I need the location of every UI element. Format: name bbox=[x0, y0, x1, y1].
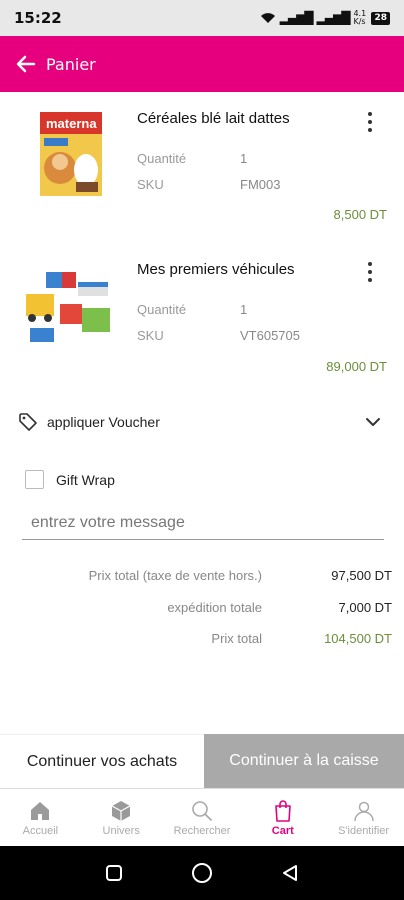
voucher-label: appliquer Voucher bbox=[47, 414, 160, 430]
page-title: Panier bbox=[46, 54, 96, 74]
product-image: materna bbox=[40, 112, 102, 196]
nav-label: Cart bbox=[271, 824, 294, 837]
tag-icon bbox=[19, 413, 37, 431]
square-icon bbox=[106, 865, 122, 881]
subtotal-row: Prix total (taxe de vente hors.) 97,500 … bbox=[0, 568, 404, 588]
quantity-label: Quantité bbox=[137, 302, 187, 317]
back-button[interactable] bbox=[14, 52, 38, 76]
item-price: 8,500 DT bbox=[333, 207, 387, 222]
chevron-down-icon[interactable] bbox=[364, 413, 382, 431]
quantity-value: 1 bbox=[240, 151, 248, 166]
nav-item-rechercher[interactable]: Rechercher bbox=[162, 789, 243, 846]
cart-item: materna Céréales blé lait dattes Quantit… bbox=[0, 96, 404, 246]
more-options-icon[interactable] bbox=[362, 260, 378, 284]
nav-label: Rechercher bbox=[173, 824, 231, 837]
total-label: Prix total bbox=[211, 631, 262, 646]
product-name[interactable]: Céréales blé lait dattes bbox=[137, 110, 290, 127]
gift-wrap-label: Gift Wrap bbox=[56, 471, 115, 488]
quantity-label: Quantité bbox=[137, 151, 187, 166]
sku-value: VT605705 bbox=[240, 328, 300, 343]
cart-item: Mes premiers véhicules Quantité 1 SKU VT… bbox=[0, 246, 404, 396]
total-value: 104,500 DT bbox=[324, 631, 392, 646]
signal-icon-2: ▂▄▆█ bbox=[316, 11, 351, 25]
arrow-left-icon bbox=[16, 55, 36, 73]
item-price: 89,000 DT bbox=[326, 359, 387, 374]
app-bar: Panier bbox=[0, 36, 404, 92]
bag-icon bbox=[274, 799, 291, 822]
wifi-icon bbox=[260, 13, 275, 23]
nav-item-identifier[interactable]: S'identifier bbox=[323, 789, 404, 846]
back-system-button[interactable] bbox=[278, 861, 302, 885]
signal-icon: ▂▄▆█ bbox=[279, 11, 314, 25]
status-bar: 15:22 ▂▄▆█ ▂▄▆█ 4.1 K/s 28 bbox=[0, 0, 404, 36]
shipping-value: 7,000 DT bbox=[338, 600, 392, 615]
status-time: 15:22 bbox=[14, 9, 62, 27]
system-navigation-bar bbox=[0, 846, 404, 900]
nav-label: S'identifier bbox=[338, 824, 390, 837]
nav-item-accueil[interactable]: Accueil bbox=[0, 789, 81, 846]
cart-actions: Continuer vos achats Continuer à la cais… bbox=[0, 734, 404, 788]
search-icon bbox=[192, 800, 212, 821]
battery-icon: 28 bbox=[371, 11, 390, 25]
subtotal-value: 97,500 DT bbox=[331, 568, 392, 583]
brand-logo: materna bbox=[46, 116, 97, 131]
sku-value: FM003 bbox=[240, 177, 281, 192]
shipping-row: expédition totale 7,000 DT bbox=[0, 600, 404, 620]
subtotal-label: Prix total (taxe de vente hors.) bbox=[88, 568, 262, 583]
checkout-button[interactable]: Continuer à la caisse bbox=[204, 734, 404, 788]
recents-button[interactable] bbox=[102, 861, 126, 885]
nav-item-cart[interactable]: Cart bbox=[242, 789, 323, 846]
more-options-icon[interactable] bbox=[362, 110, 378, 134]
nav-label: Accueil bbox=[22, 824, 59, 837]
gift-wrap-option[interactable]: Gift Wrap bbox=[25, 470, 115, 489]
product-name[interactable]: Mes premiers véhicules bbox=[137, 261, 295, 278]
sku-label: SKU bbox=[137, 328, 164, 343]
apply-voucher-row[interactable]: appliquer Voucher bbox=[0, 404, 404, 440]
shipping-label: expédition totale bbox=[167, 600, 262, 615]
status-icons: ▂▄▆█ ▂▄▆█ 4.1 K/s 28 bbox=[260, 10, 390, 26]
gift-wrap-checkbox[interactable] bbox=[25, 470, 44, 489]
product-image bbox=[26, 272, 110, 342]
bottom-navigation: Accueil Univers Rechercher Cart S'identi… bbox=[0, 788, 404, 846]
home-button[interactable] bbox=[190, 861, 214, 885]
total-row: Prix total 104,500 DT bbox=[0, 631, 404, 651]
gift-message-input[interactable] bbox=[22, 506, 384, 540]
continue-shopping-button[interactable]: Continuer vos achats bbox=[0, 734, 204, 788]
network-speed: 4.1 K/s bbox=[353, 9, 367, 26]
cube-icon bbox=[111, 800, 131, 821]
nav-item-univers[interactable]: Univers bbox=[81, 789, 162, 846]
circle-icon bbox=[192, 863, 212, 883]
home-icon bbox=[31, 801, 50, 820]
quantity-value: 1 bbox=[240, 302, 248, 317]
sku-label: SKU bbox=[137, 177, 164, 192]
nav-label: Univers bbox=[102, 824, 140, 837]
triangle-back-icon bbox=[283, 865, 297, 881]
user-icon bbox=[353, 801, 374, 821]
